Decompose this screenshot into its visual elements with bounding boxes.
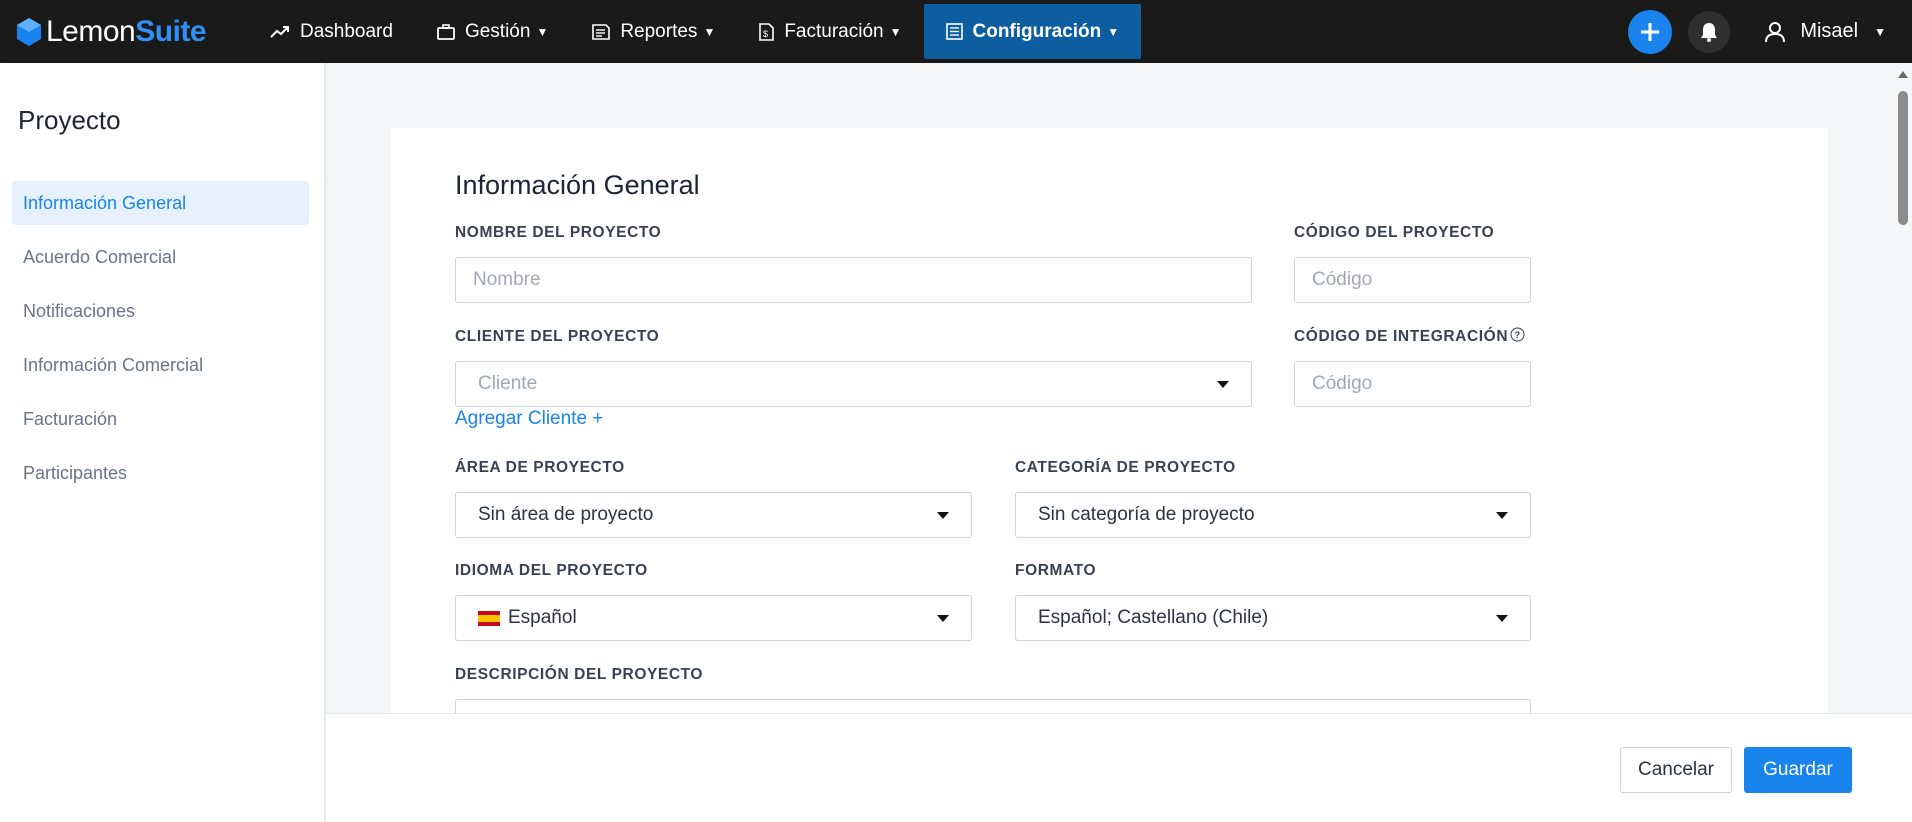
sidebar-item-facturacion[interactable]: Facturación: [12, 397, 309, 441]
caret-down-icon: [937, 512, 949, 519]
cube-logo-icon: [17, 17, 41, 46]
sidebar-item-informacion-comercial[interactable]: Información Comercial: [12, 343, 309, 387]
notifications-button[interactable]: [1688, 10, 1731, 53]
language-label: IDIOMA DEL PROYECTO: [455, 562, 648, 579]
sidebar-item-acuerdo-comercial[interactable]: Acuerdo Comercial: [12, 235, 309, 279]
nav-facturacion[interactable]: $ Facturación ▼: [737, 0, 923, 63]
project-code-label: CÓDIGO DEL PROYECTO: [1294, 224, 1495, 241]
format-label: FORMATO: [1015, 562, 1097, 579]
scroll-up-arrow-icon[interactable]: [1898, 71, 1908, 78]
project-name-input[interactable]: Nombre: [455, 257, 1252, 303]
nav-reportes[interactable]: Reportes ▼: [570, 0, 737, 63]
logo-text-suite: Suite: [135, 14, 207, 48]
report-icon: [592, 23, 611, 40]
sidebar-item-informacion-general[interactable]: Información General: [12, 181, 309, 225]
chevron-down-icon: ▼: [703, 24, 716, 39]
project-code-input[interactable]: Código: [1294, 257, 1531, 303]
description-label: DESCRIPCIÓN DEL PROYECTO: [455, 666, 704, 683]
project-sidebar: Proyecto Información General Acuerdo Com…: [0, 63, 325, 822]
integration-code-input[interactable]: Código: [1294, 361, 1531, 407]
general-info-card: Información General NOMBRE DEL PROYECTO …: [390, 128, 1828, 759]
nav-configuracion-label: Configuración: [972, 20, 1102, 42]
area-select[interactable]: Sin área de proyecto: [455, 492, 972, 538]
nav-facturacion-label: Facturación: [784, 20, 884, 42]
bell-icon: [1701, 22, 1718, 42]
lemonsuite-logo[interactable]: LemonSuite: [16, 15, 248, 49]
save-button[interactable]: Guardar: [1744, 747, 1852, 793]
chevron-down-icon: ▼: [536, 24, 549, 39]
sidebar-item-notificaciones[interactable]: Notificaciones: [12, 289, 309, 333]
plus-icon: [1641, 22, 1660, 41]
user-menu[interactable]: Misael ▼: [1764, 20, 1886, 43]
category-label: CATEGORÍA DE PROYECTO: [1015, 459, 1236, 476]
section-title: Información General: [455, 170, 700, 200]
scroll-thumb[interactable]: [1898, 91, 1908, 225]
top-navbar: LemonSuite Dashboard Gestión ▼ Reportes …: [0, 0, 1912, 63]
integration-code-label: CÓDIGO DE INTEGRACIÓN?: [1294, 327, 1525, 346]
sidebar-title: Proyecto: [18, 105, 121, 135]
caret-down-icon: [1496, 512, 1508, 519]
spain-flag-icon: [478, 610, 500, 626]
language-select[interactable]: Español: [455, 595, 972, 641]
nav-dashboard-label: Dashboard: [300, 20, 393, 42]
svg-text:$: $: [763, 29, 768, 39]
client-select[interactable]: Cliente: [455, 361, 1252, 407]
cancel-button[interactable]: Cancelar: [1620, 747, 1732, 793]
user-name: Misael: [1800, 20, 1859, 42]
nav-gestion[interactable]: Gestión ▼: [415, 0, 570, 63]
chevron-down-icon: ▼: [1107, 24, 1120, 39]
caret-down-icon: [1217, 381, 1229, 388]
nav-right-group: Misael ▼: [1628, 0, 1912, 63]
help-circle-icon[interactable]: ?: [1510, 327, 1525, 342]
nav-configuracion[interactable]: Configuración ▼: [923, 4, 1142, 59]
add-client-link[interactable]: Agregar Cliente +: [455, 408, 603, 430]
nav-dashboard[interactable]: Dashboard: [248, 0, 415, 63]
category-select[interactable]: Sin categoría de proyecto: [1015, 492, 1531, 538]
chevron-down-icon: ▼: [889, 24, 902, 39]
project-name-label: NOMBRE DEL PROYECTO: [455, 224, 662, 241]
caret-down-icon: [937, 615, 949, 622]
vertical-scrollbar[interactable]: [1893, 63, 1912, 713]
briefcase-icon: [437, 23, 455, 40]
add-new-button[interactable]: [1628, 9, 1673, 54]
caret-down-icon: [1496, 615, 1508, 622]
form-footer: Cancelar Guardar: [326, 713, 1912, 822]
nav-reportes-label: Reportes: [620, 20, 698, 42]
user-icon: [1765, 21, 1786, 42]
sidebar-item-participantes[interactable]: Participantes: [12, 451, 309, 495]
svg-text:?: ?: [1515, 330, 1521, 340]
settings-list-icon: [945, 23, 963, 40]
client-label: CLIENTE DEL PROYECTO: [455, 328, 660, 345]
nav-gestion-label: Gestión: [464, 20, 531, 42]
format-select[interactable]: Español; Castellano (Chile): [1015, 595, 1531, 641]
area-label: ÁREA DE PROYECTO: [455, 459, 625, 476]
chevron-down-icon: ▼: [1874, 24, 1886, 39]
invoice-icon: $: [759, 22, 775, 41]
logo-text-lemon: Lemon: [46, 14, 136, 48]
trend-icon: [270, 25, 289, 38]
